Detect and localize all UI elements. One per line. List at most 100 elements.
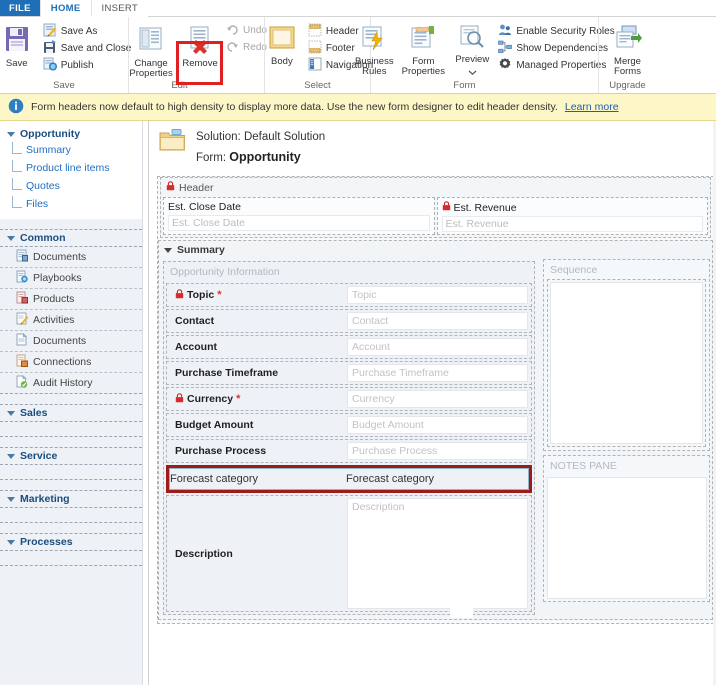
save-and-close-button[interactable]: Save and Close bbox=[40, 40, 135, 57]
form-row-description[interactable]: Description Description bbox=[166, 495, 532, 612]
save-button[interactable]: Save bbox=[0, 21, 40, 69]
form-row-purchase-process-input[interactable]: Purchase Process bbox=[347, 442, 528, 460]
chevron-down-icon[interactable] bbox=[468, 66, 477, 78]
field-est-close-date[interactable]: Est. Close Date Est. Close Date bbox=[163, 197, 435, 235]
form-properties-icon bbox=[409, 24, 437, 55]
form-row-purchase-timeframe[interactable]: Purchase Timeframe Purchase Timeframe bbox=[166, 361, 532, 385]
form-row-budget-amount-input[interactable]: Budget Amount bbox=[347, 416, 528, 434]
documents-icon bbox=[16, 332, 28, 349]
tab-home[interactable]: HOME bbox=[39, 0, 92, 17]
sidebar-group-marketing-header[interactable]: Marketing bbox=[0, 491, 142, 508]
form-title: Form: Opportunity bbox=[196, 150, 325, 164]
form-properties-button[interactable]: Form Properties bbox=[397, 21, 449, 77]
form-row-currency-label-text: Currency bbox=[187, 393, 234, 405]
opportunity-information-group[interactable]: Opportunity Information Topic * Topic Co… bbox=[163, 261, 535, 615]
change-properties-button[interactable]: Change Properties bbox=[125, 21, 177, 79]
business-rules-button[interactable]: Business Rules bbox=[351, 21, 397, 77]
form-row-budget-amount[interactable]: Budget Amount Budget Amount bbox=[166, 413, 532, 437]
form-row-currency-input[interactable]: Currency bbox=[347, 390, 528, 408]
form-row-contact-input[interactable]: Contact bbox=[347, 312, 528, 330]
merge-forms-button[interactable]: Merge Forms bbox=[605, 21, 651, 77]
form-row-description-label: Description bbox=[167, 496, 347, 611]
tree-item-summary-label: Summary bbox=[26, 144, 71, 156]
notes-pane-control[interactable] bbox=[547, 477, 707, 599]
sidebar-item-activities[interactable]: Activities bbox=[0, 310, 142, 331]
opportunity-tree: Opportunity Summary Product line items Q… bbox=[0, 121, 142, 219]
caret-down-icon bbox=[7, 410, 15, 416]
tree-root-opportunity[interactable]: Opportunity bbox=[0, 127, 142, 141]
notes-pane-section[interactable]: NOTES PANE bbox=[543, 455, 710, 602]
tab-insert[interactable]: INSERT bbox=[91, 0, 148, 17]
form-row-currency[interactable]: Currency * Currency bbox=[166, 387, 532, 411]
sidebar-item-products[interactable]: Products bbox=[0, 289, 142, 310]
form-row-forecast-category[interactable]: Forecast category Forecast category bbox=[169, 468, 529, 490]
form-row-forecast-category-label: Forecast category bbox=[170, 473, 346, 485]
tab-file[interactable]: FILE bbox=[0, 0, 40, 16]
body-button[interactable]: Body bbox=[259, 21, 305, 67]
field-est-close-date-input[interactable]: Est. Close Date bbox=[168, 215, 430, 231]
header-section-label: Header bbox=[179, 181, 214, 194]
tree-item-quotes[interactable]: Quotes bbox=[0, 177, 142, 195]
publish-button[interactable]: Publish bbox=[40, 57, 135, 74]
sidebar-item-connections[interactable]: Connections bbox=[0, 352, 142, 373]
connections-icon bbox=[16, 354, 28, 370]
opportunity-information-label: Opportunity Information bbox=[170, 266, 280, 278]
sidebar-group-service-header[interactable]: Service bbox=[0, 448, 142, 465]
sequence-label: Sequence bbox=[550, 264, 598, 276]
field-est-revenue-input[interactable]: Est. Revenue bbox=[441, 216, 703, 232]
form-row-purchase-timeframe-label-text: Purchase Timeframe bbox=[175, 367, 279, 379]
form-header-section[interactable]: Header Est. Close Date Est. Close Date E… bbox=[160, 177, 711, 238]
tree-item-product-line-items-label: Product line items bbox=[26, 162, 110, 174]
tree-item-product-line-items[interactable]: Product line items bbox=[0, 159, 142, 177]
form-row-description-input[interactable]: Description bbox=[347, 498, 528, 609]
sidebar-group-processes-header[interactable]: Processes bbox=[0, 534, 142, 551]
form-row-topic[interactable]: Topic * Topic bbox=[166, 283, 532, 307]
preview-button[interactable]: Preview bbox=[449, 21, 495, 78]
tab-home-label: HOME bbox=[50, 2, 81, 14]
sidebar-item-playbooks[interactable]: Playbooks bbox=[0, 268, 142, 289]
form-row-account[interactable]: Account Account bbox=[166, 335, 532, 359]
save-and-close-label: Save and Close bbox=[60, 43, 132, 54]
security-roles-icon bbox=[498, 23, 512, 40]
publish-icon bbox=[43, 57, 57, 74]
field-est-close-date-label: Est. Close Date bbox=[168, 201, 430, 213]
form-row-topic-input[interactable]: Topic bbox=[347, 286, 528, 304]
sequence-section[interactable]: Sequence bbox=[543, 259, 710, 451]
sidebar-item-documents-2[interactable]: Documents bbox=[0, 331, 142, 352]
sequence-control[interactable] bbox=[550, 282, 703, 444]
field-est-revenue[interactable]: Est. Revenue Est. Revenue bbox=[436, 197, 708, 235]
form-title-prefix: Form: bbox=[196, 152, 230, 164]
save-as-button[interactable]: Save As bbox=[40, 23, 135, 40]
tree-item-summary[interactable]: Summary bbox=[0, 141, 142, 159]
summary-tab-section[interactable]: Summary Opportunity Information Topic * … bbox=[158, 240, 713, 620]
sidebar-group-processes-body bbox=[0, 551, 142, 565]
playbooks-icon bbox=[16, 270, 28, 286]
form-row-contact[interactable]: Contact Contact bbox=[166, 309, 532, 333]
form-row-forecast-category-label-text: Forecast category bbox=[170, 473, 259, 485]
sidebar-item-activities-label: Activities bbox=[33, 314, 75, 326]
header-icon bbox=[308, 23, 322, 40]
sidebar-item-audit-history[interactable]: Audit History bbox=[0, 373, 142, 393]
form-row-account-input[interactable]: Account bbox=[347, 338, 528, 356]
ribbon-group-save: Save Save As Save and Close Publish Save bbox=[0, 17, 131, 93]
ribbon: Save Save As Save and Close Publish Save… bbox=[0, 17, 716, 94]
summary-tab-title: Summary bbox=[159, 241, 712, 259]
lock-icon bbox=[175, 392, 184, 406]
form-row-forecast-category-selected[interactable]: Forecast category Forecast category bbox=[166, 465, 532, 493]
form-row-description-label-text: Description bbox=[175, 547, 233, 560]
form-row-purchase-timeframe-input[interactable]: Purchase Timeframe bbox=[347, 364, 528, 382]
learn-more-link[interactable]: Learn more bbox=[565, 101, 619, 113]
form-row-currency-label: Currency * bbox=[167, 392, 347, 406]
sidebar-group-sales-header[interactable]: Sales bbox=[0, 405, 142, 422]
sidebar-group-common-header[interactable]: Common bbox=[0, 230, 142, 247]
sidebar-item-documents[interactable]: Documents bbox=[0, 247, 142, 268]
save-as-label: Save As bbox=[60, 26, 98, 37]
tree-item-files[interactable]: Files bbox=[0, 195, 142, 213]
form-row-forecast-category-input[interactable]: Forecast category bbox=[346, 473, 434, 485]
sidebar-group-marketing: Marketing bbox=[0, 490, 142, 523]
form-row-purchase-process-label-text: Purchase Process bbox=[175, 445, 267, 457]
form-row-purchase-process[interactable]: Purchase Process Purchase Process bbox=[166, 439, 532, 463]
ribbon-group-select-label: Select bbox=[304, 80, 331, 91]
form-row-contact-label: Contact bbox=[167, 315, 347, 327]
sidebar-group-sales: Sales bbox=[0, 404, 142, 437]
